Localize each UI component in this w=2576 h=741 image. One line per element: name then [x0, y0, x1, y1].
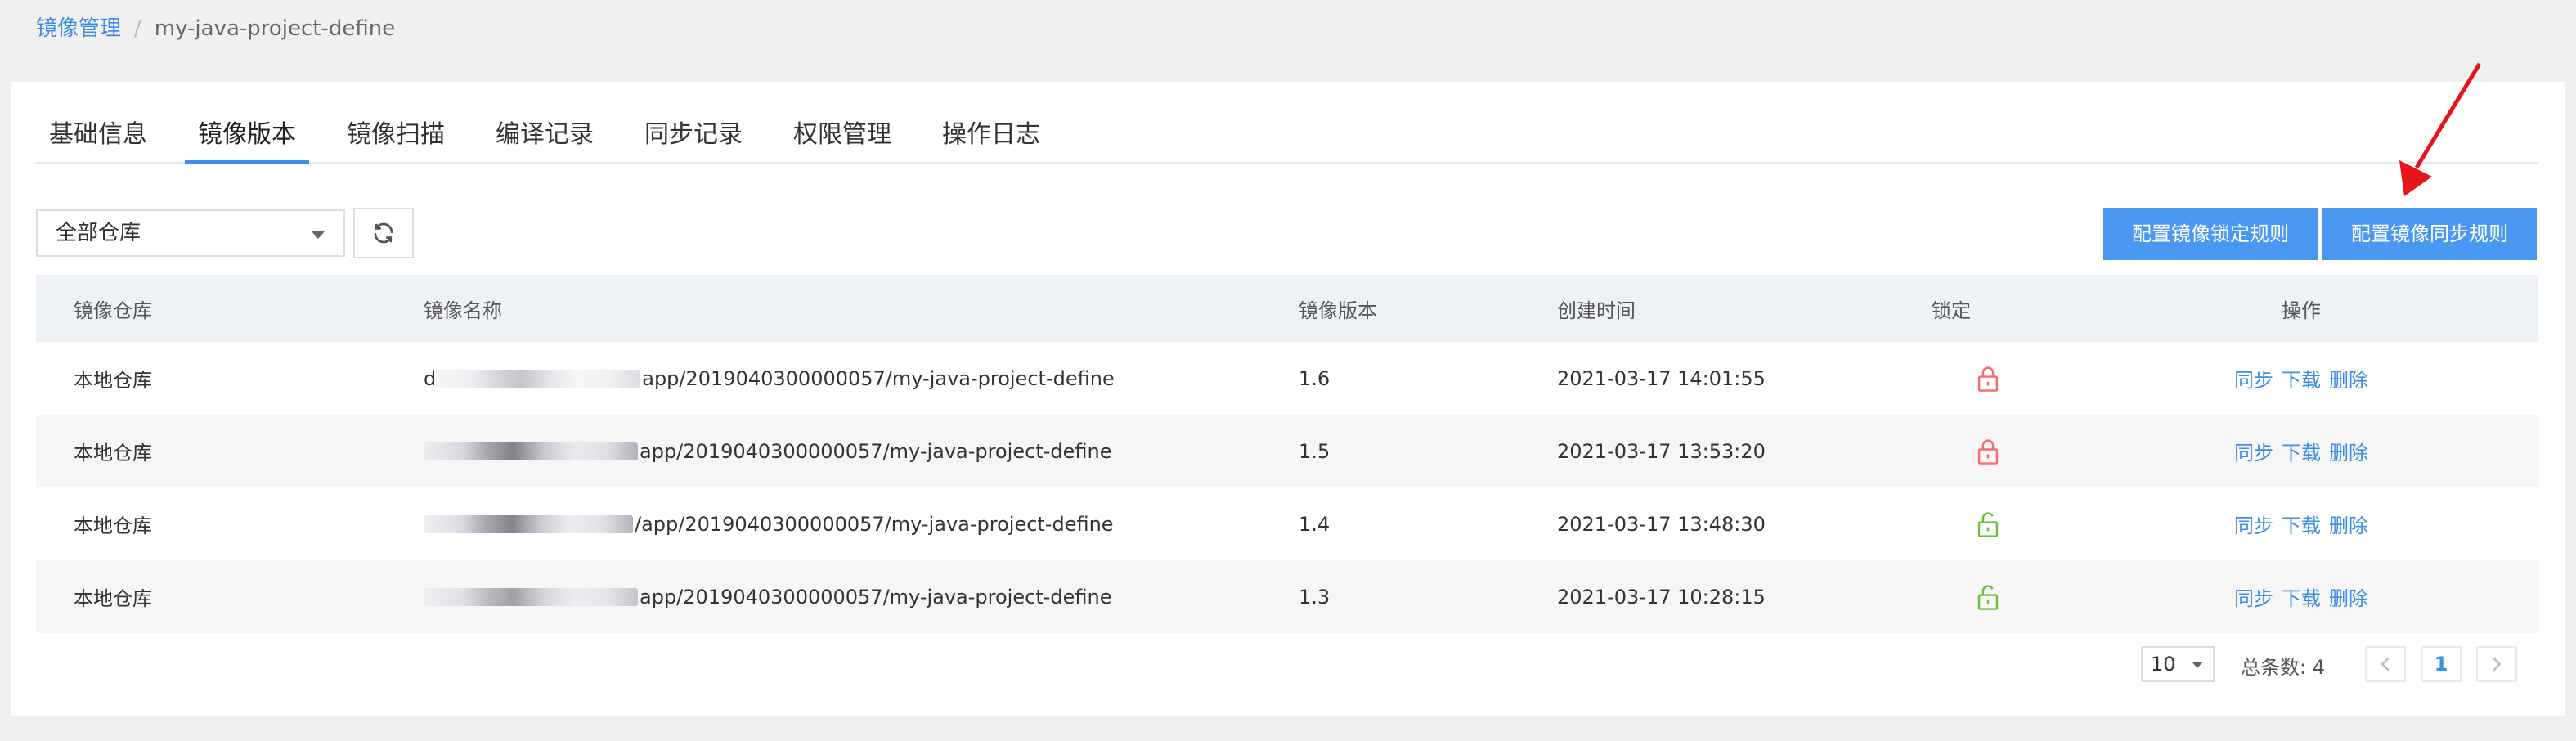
delete-link[interactable]: 删除 — [2329, 510, 2368, 538]
refresh-button[interactable] — [353, 208, 414, 258]
redacted-text — [424, 442, 638, 460]
cell-lock[interactable] — [1976, 342, 2000, 415]
table-row: 本地仓库 /app/2019040300000057/my-java-proje… — [36, 487, 2538, 560]
name-text: /app/2019040300000057/my-java-project-de… — [635, 512, 1114, 536]
table-row: 本地仓库 app/2019040300000057/my-java-projec… — [36, 560, 2538, 633]
prev-page-button[interactable] — [2365, 646, 2406, 682]
sync-link[interactable]: 同步 — [2234, 510, 2273, 538]
repo-select-value: 全部仓库 — [56, 221, 141, 245]
lock-open-icon[interactable] — [1976, 583, 2000, 611]
header-created: 创建时间 — [1557, 299, 1636, 322]
cell-repo: 本地仓库 — [74, 369, 152, 392]
table-row: 本地仓库 d app/2019040300000057/my-java-proje… — [36, 342, 2538, 415]
lock-closed-icon[interactable] — [1976, 365, 2000, 393]
cell-lock[interactable] — [1976, 487, 2000, 560]
download-link[interactable]: 下载 — [2282, 364, 2321, 393]
cell-version: 1.4 — [1299, 512, 1331, 536]
refresh-icon — [374, 222, 393, 244]
breadcrumb-separator: / — [134, 16, 141, 41]
cell-created: 2021-03-17 13:53:20 — [1557, 439, 1766, 463]
tab-operation-log[interactable]: 操作日志 — [942, 118, 1040, 162]
main-panel: 基础信息 镜像版本 镜像扫描 编译记录 同步记录 权限管理 操作日志 全部仓库 … — [11, 82, 2565, 716]
sync-link[interactable]: 同步 — [2234, 437, 2273, 465]
page-number-current[interactable]: 1 — [2421, 646, 2462, 682]
cell-lock[interactable] — [1976, 560, 2000, 633]
cell-repo: 本地仓库 — [74, 442, 152, 465]
cell-actions: 同步 下载 删除 — [2234, 342, 2376, 415]
cell-name: /app/2019040300000057/my-java-project-de… — [424, 487, 1114, 560]
cell-repo: 本地仓库 — [74, 514, 152, 537]
tab-basic-info[interactable]: 基础信息 — [49, 118, 147, 162]
tab-bar: 基础信息 镜像版本 镜像扫描 编译记录 同步记录 权限管理 操作日志 — [36, 113, 2538, 164]
delete-link[interactable]: 删除 — [2329, 582, 2368, 611]
page-size-value: 10 — [2151, 653, 2176, 676]
sync-link[interactable]: 同步 — [2234, 364, 2273, 393]
redacted-text — [424, 514, 633, 533]
cell-lock[interactable] — [1976, 415, 2000, 487]
table-header: 镜像仓库 镜像名称 镜像版本 创建时间 锁定 操作 — [36, 275, 2538, 342]
header-name: 镜像名称 — [424, 299, 502, 322]
tab-sync-records[interactable]: 同步记录 — [644, 118, 743, 162]
cell-version: 1.6 — [1299, 366, 1331, 390]
header-version: 镜像版本 — [1299, 299, 1377, 322]
cell-created: 2021-03-17 10:28:15 — [1557, 585, 1766, 609]
cell-version: 1.5 — [1299, 439, 1331, 463]
header-lock: 锁定 — [1932, 299, 1971, 322]
name-text: app/2019040300000057/my-java-project-def… — [642, 366, 1115, 390]
header-repo: 镜像仓库 — [74, 299, 152, 322]
image-version-table: 镜像仓库 镜像名称 镜像版本 创建时间 锁定 操作 本地仓库 d app/2019… — [36, 275, 2538, 633]
name-prefix: d — [424, 366, 437, 390]
tab-image-scan[interactable]: 镜像扫描 — [347, 118, 445, 162]
header-actions: 操作 — [2282, 299, 2321, 322]
lock-closed-icon[interactable] — [1976, 438, 2000, 465]
chevron-down-icon — [311, 231, 325, 239]
tab-build-records[interactable]: 编译记录 — [496, 118, 594, 162]
name-text: app/2019040300000057/my-java-project-def… — [640, 585, 1112, 609]
download-link[interactable]: 下载 — [2282, 437, 2321, 465]
config-lock-rule-button[interactable]: 配置镜像锁定规则 — [2103, 208, 2318, 260]
tab-image-versions[interactable]: 镜像版本 — [185, 118, 309, 164]
breadcrumb: 镜像管理 / my-java-project-define — [36, 11, 395, 42]
cell-name: app/2019040300000057/my-java-project-def… — [424, 560, 1111, 633]
redacted-text — [424, 587, 638, 606]
cell-created: 2021-03-17 14:01:55 — [1557, 366, 1766, 390]
redacted-text — [436, 369, 641, 388]
cell-version: 1.3 — [1299, 585, 1331, 609]
total-count: 总条数: 4 — [2241, 656, 2325, 679]
chevron-down-icon — [2192, 662, 2203, 668]
download-link[interactable]: 下载 — [2282, 582, 2321, 611]
next-page-button[interactable] — [2476, 646, 2517, 682]
cell-actions: 同步 下载 删除 — [2234, 560, 2376, 633]
cell-created: 2021-03-17 13:48:30 — [1557, 512, 1766, 536]
tab-permissions[interactable]: 权限管理 — [793, 118, 891, 162]
cell-name: d app/2019040300000057/my-java-project-de… — [424, 342, 1115, 415]
lock-open-icon[interactable] — [1976, 510, 2000, 538]
cell-name: app/2019040300000057/my-java-project-def… — [424, 415, 1111, 487]
cell-repo: 本地仓库 — [74, 587, 152, 610]
delete-link[interactable]: 删除 — [2329, 437, 2368, 465]
name-text: app/2019040300000057/my-java-project-def… — [640, 439, 1112, 463]
download-link[interactable]: 下载 — [2282, 510, 2321, 538]
repo-select[interactable]: 全部仓库 — [36, 209, 345, 257]
sync-link[interactable]: 同步 — [2234, 582, 2273, 611]
breadcrumb-root-link[interactable]: 镜像管理 — [36, 16, 121, 41]
chevron-left-icon — [2381, 657, 2390, 671]
config-sync-rule-button[interactable]: 配置镜像同步规则 — [2322, 208, 2537, 260]
page-size-select[interactable]: 10 — [2141, 646, 2215, 682]
delete-link[interactable]: 删除 — [2329, 364, 2368, 393]
chevron-right-icon — [2493, 657, 2502, 671]
cell-actions: 同步 下载 删除 — [2234, 415, 2376, 487]
breadcrumb-current: my-java-project-define — [154, 16, 396, 41]
cell-actions: 同步 下载 删除 — [2234, 487, 2376, 560]
table-row: 本地仓库 app/2019040300000057/my-java-projec… — [36, 415, 2538, 487]
